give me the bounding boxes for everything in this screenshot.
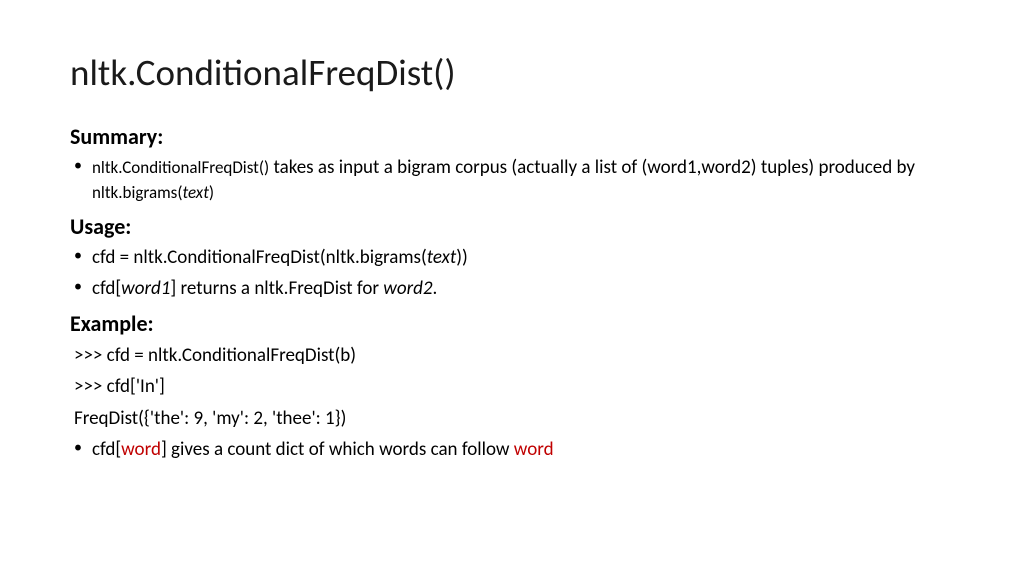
body-text: cfd = nltk.ConditionalFreqDist(nltk.bigr… — [92, 246, 427, 269]
usage-item: cfd = nltk.ConditionalFreqDist(nltk.bigr… — [92, 246, 954, 271]
example-line: >>> cfd['In'] — [70, 374, 954, 400]
code-text: nltk.bigrams( — [92, 182, 183, 203]
usage-list: cfd = nltk.ConditionalFreqDist(nltk.bigr… — [70, 246, 954, 301]
body-text: . — [433, 277, 438, 300]
summary-heading: Summary: — [70, 123, 954, 150]
example-item: cfd[word] gives a count dict of which wo… — [92, 438, 954, 463]
example-output: FreqDist({'the': 9, 'my': 2, 'thee': 1}) — [70, 406, 954, 432]
body-text: ] returns a nltk.FreqDist for — [170, 277, 383, 300]
example-list: cfd[word] gives a count dict of which wo… — [70, 438, 954, 463]
example-line: >>> cfd = nltk.ConditionalFreqDist(b) — [70, 343, 954, 369]
body-text: cfd[ — [92, 438, 121, 461]
summary-list: nltk.ConditionalFreqDist() takes as inpu… — [70, 156, 954, 205]
summary-item: nltk.ConditionalFreqDist() takes as inpu… — [92, 156, 954, 205]
usage-item: cfd[word1] returns a nltk.FreqDist for w… — [92, 277, 954, 302]
code-text: ) — [209, 182, 214, 203]
code-arg: word2 — [383, 277, 432, 300]
highlight-word: word — [121, 438, 161, 461]
code-arg: text — [427, 246, 457, 269]
code-text: nltk.ConditionalFreqDist() — [92, 157, 269, 178]
body-text: cfd[ — [92, 277, 121, 300]
body-text: ] gives a count dict of which words can … — [161, 438, 514, 461]
example-heading: Example: — [70, 310, 954, 337]
code-arg: word1 — [121, 277, 170, 300]
code-arg: text — [183, 182, 209, 203]
body-text: )) — [456, 246, 468, 269]
page-title: nltk.ConditionalFreqDist() — [70, 50, 954, 95]
body-text: takes as input a bigram corpus (actually… — [269, 156, 915, 179]
usage-heading: Usage: — [70, 213, 954, 240]
highlight-word: word — [514, 438, 554, 461]
